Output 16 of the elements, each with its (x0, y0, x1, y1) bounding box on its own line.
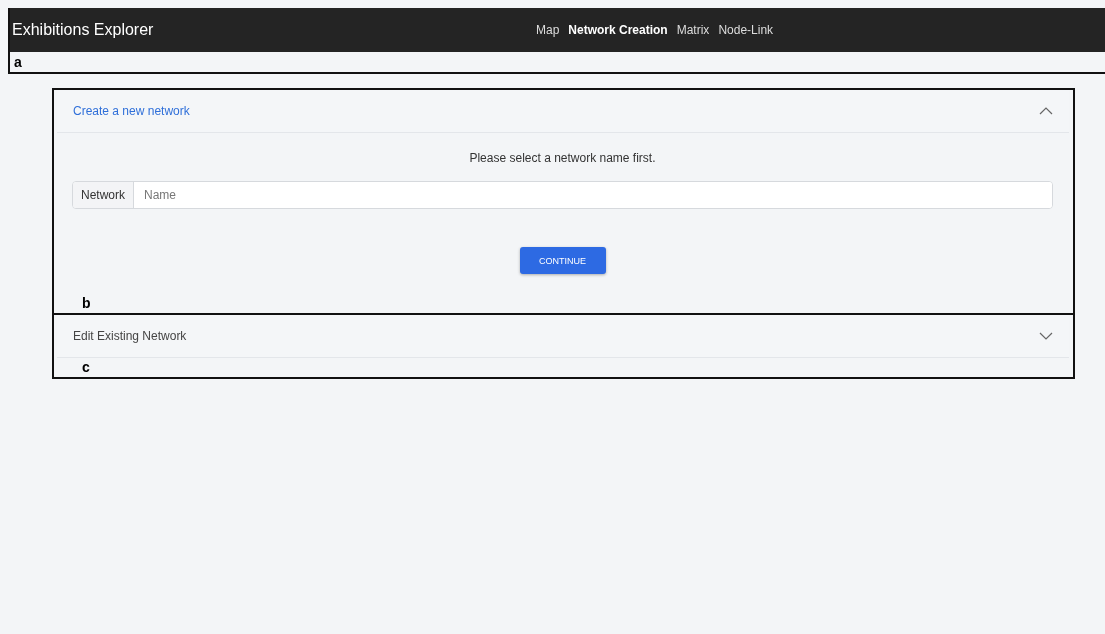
nav-link[interactable]: Map (536, 23, 560, 37)
annotation-label: b (82, 295, 91, 311)
continue-button[interactable]: CONTINUE (519, 247, 606, 274)
panel-title: Create a new network (73, 104, 190, 118)
name-field[interactable]: Network Name (72, 181, 1053, 209)
nav-link[interactable]: Network Creation (568, 23, 668, 37)
chevron-icon (1039, 107, 1053, 115)
field-prefix: Network (73, 182, 134, 208)
panel-title: Edit Existing Network (73, 329, 187, 343)
annotation-label: c (82, 359, 90, 375)
nav-link[interactable]: Matrix (676, 23, 710, 37)
app-title: Exhibitions Explorer (12, 21, 154, 39)
nav-link[interactable]: Node-Link (718, 23, 774, 37)
chevron-icon (1039, 332, 1053, 340)
annotation-label: a (13, 53, 22, 72)
instruction-text: Please select a network name first. (469, 151, 656, 165)
